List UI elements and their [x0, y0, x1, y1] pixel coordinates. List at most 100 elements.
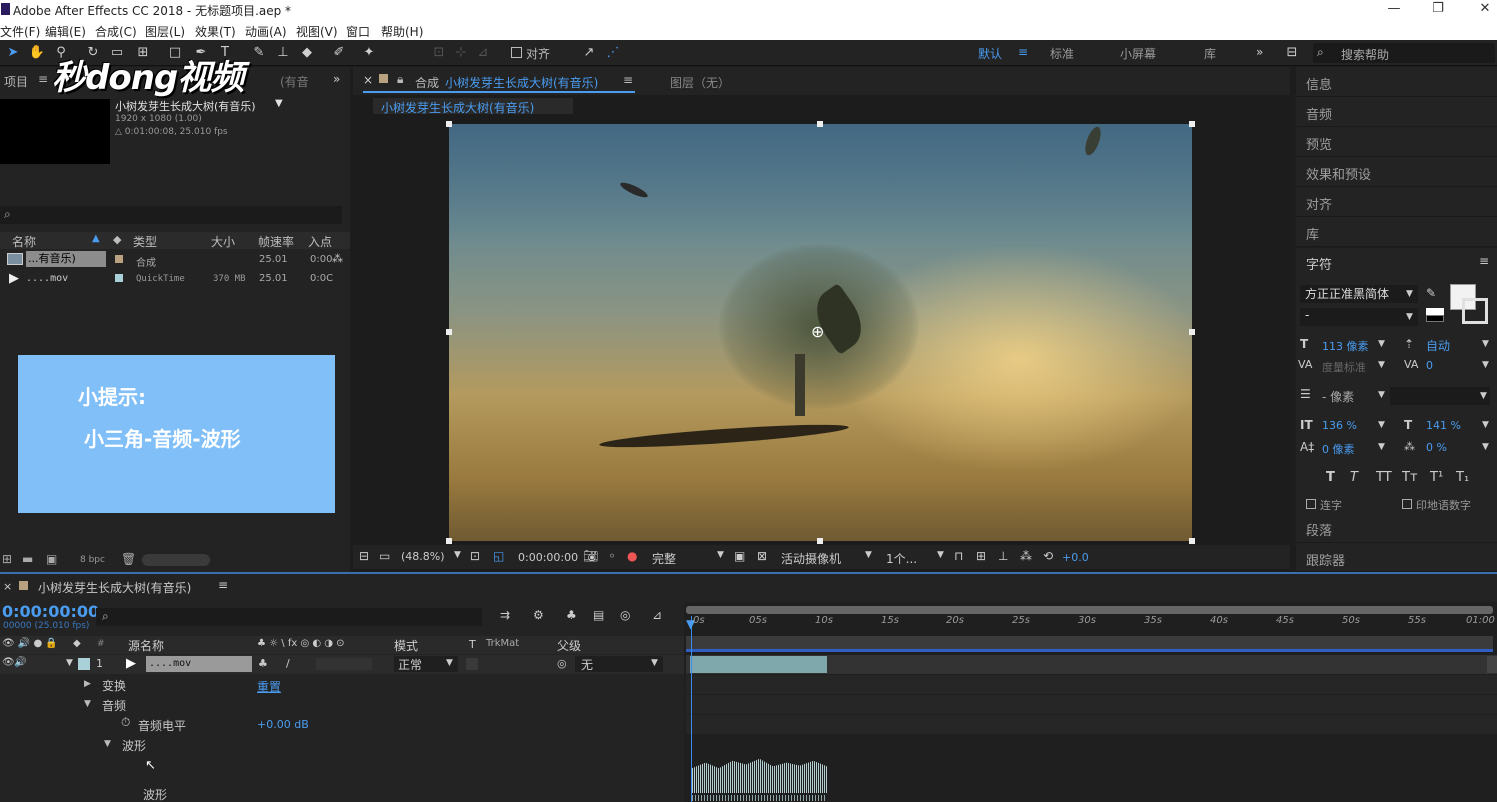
- menu-file[interactable]: 文件(F): [0, 23, 40, 40]
- sort-asc-icon[interactable]: ▲: [92, 233, 100, 244]
- layer-duration-bar[interactable]: [690, 656, 827, 673]
- workspace-standard[interactable]: 标准: [1050, 45, 1074, 62]
- menu-help[interactable]: 帮助(H): [381, 23, 423, 40]
- ligatures-checkbox[interactable]: [1306, 499, 1316, 509]
- character-menu-icon[interactable]: ≡: [1479, 254, 1489, 268]
- vertical-scale-arrow-icon[interactable]: ▼: [1378, 420, 1385, 430]
- close-timeline-icon[interactable]: ×: [3, 580, 12, 593]
- panel-overflow-icon[interactable]: »: [333, 72, 340, 86]
- table-row[interactable]: ▶ ....mov QuickTime 370 MB 25.01 0:0C: [0, 270, 350, 288]
- font-size-value[interactable]: 113 像素: [1322, 338, 1369, 354]
- transform-handle[interactable]: [1189, 538, 1195, 544]
- col-name[interactable]: 名称: [12, 233, 36, 250]
- comp-name-dropdown-icon[interactable]: ▼: [275, 98, 283, 109]
- flowchart-icon[interactable]: ⁂: [332, 252, 343, 265]
- menu-window[interactable]: 窗口: [346, 23, 370, 40]
- layer-label-swatch[interactable]: [78, 658, 90, 670]
- label-color-swatch[interactable]: [115, 274, 123, 282]
- workspace-small-screen[interactable]: 小屏幕: [1120, 45, 1156, 62]
- superscript-button[interactable]: T¹: [1430, 470, 1443, 485]
- tracking-value[interactable]: 0: [1426, 359, 1433, 372]
- draft-3d-icon[interactable]: ⚙: [533, 608, 544, 622]
- monitor-icon[interactable]: ▭: [379, 549, 390, 563]
- workspace-menu-icon[interactable]: ≡: [1018, 45, 1028, 59]
- font-style-select[interactable]: -: [1300, 308, 1418, 326]
- horizontal-scale-value[interactable]: 141 %: [1426, 419, 1461, 432]
- mask-visibility-icon[interactable]: ◱: [493, 549, 504, 563]
- preview-panel-header[interactable]: 预览: [1296, 127, 1497, 157]
- flowchart-view-icon[interactable]: ⁂: [1020, 549, 1032, 563]
- tracking-arrow-icon[interactable]: ▼: [1482, 360, 1489, 370]
- expand-waveform-icon[interactable]: ▼: [104, 739, 111, 749]
- brush-tool-icon[interactable]: ✎: [250, 44, 268, 62]
- kerning-value[interactable]: 度量标准: [1322, 359, 1366, 375]
- always-preview-icon[interactable]: ⊟: [359, 549, 369, 563]
- eraser-tool-icon[interactable]: ◆: [298, 44, 316, 62]
- expand-audio-icon[interactable]: ▼: [84, 699, 91, 709]
- toggle-pixel-aspect-icon[interactable]: ⊓: [954, 549, 963, 563]
- horizontal-scale-arrow-icon[interactable]: ▼: [1482, 420, 1489, 430]
- col-fps[interactable]: 帧速率: [258, 233, 294, 250]
- timeline-menu-icon[interactable]: ≡: [218, 578, 228, 592]
- work-area-navigator[interactable]: [686, 606, 1493, 614]
- col-in[interactable]: 入点: [308, 233, 332, 250]
- font-style-dropdown-arrow-icon[interactable]: ▼: [1406, 312, 1413, 322]
- project-tab-trailing[interactable]: (有音: [280, 73, 309, 90]
- clone-stamp-tool-icon[interactable]: ⊥: [274, 44, 292, 62]
- anchor-point-icon[interactable]: ⊕: [811, 322, 824, 341]
- shy-layers-icon[interactable]: ♣: [566, 608, 577, 622]
- motion-blur-icon[interactable]: ◎: [620, 608, 630, 622]
- views-dropdown-arrow-icon[interactable]: ▼: [937, 550, 944, 560]
- hindi-digits-checkbox[interactable]: [1402, 499, 1412, 509]
- project-search-input[interactable]: ⌕: [0, 206, 342, 224]
- parent-arrow-icon[interactable]: ▼: [651, 658, 658, 668]
- transform-handle[interactable]: [446, 329, 452, 335]
- layer-row[interactable]: 👁 🔊 ▼ 1 ▶ ....mov ♣ / 正常 ▼ ◎ 无 ▼: [0, 655, 684, 674]
- new-comp-icon[interactable]: ▣: [46, 552, 57, 566]
- transform-handle[interactable]: [1189, 121, 1195, 127]
- align-checkbox[interactable]: [511, 47, 522, 58]
- quality-switch-icon[interactable]: /: [286, 657, 290, 670]
- workspace-library[interactable]: 库: [1204, 45, 1216, 62]
- maximize-button[interactable]: ❐: [1418, 0, 1458, 20]
- transform-handle[interactable]: [446, 121, 452, 127]
- waveform-group-property[interactable]: 波形: [122, 737, 146, 754]
- exposure-value[interactable]: +0.0: [1062, 551, 1089, 564]
- roto-brush-tool-icon[interactable]: ✐: [330, 44, 348, 62]
- font-family-select[interactable]: 方正正准黑简体: [1300, 285, 1418, 303]
- timeline-scrollbar[interactable]: [1487, 656, 1497, 673]
- project-tab[interactable]: 项目: [4, 73, 28, 90]
- transform-reset-link[interactable]: 重置: [257, 678, 281, 695]
- expand-layer-icon[interactable]: ▼: [66, 658, 73, 668]
- comp-viewer-frame[interactable]: ⊕: [449, 124, 1192, 541]
- paragraph-panel-header[interactable]: 段落: [1296, 513, 1497, 543]
- label-tag-icon[interactable]: ◆: [113, 233, 121, 246]
- comp-tab-name[interactable]: 小树发芽生长成大树(有音乐): [445, 74, 598, 91]
- eyedropper-icon[interactable]: ✎: [1426, 286, 1436, 300]
- kerning-arrow-icon[interactable]: ▼: [1378, 360, 1385, 370]
- preserve-transparency-checkbox[interactable]: [466, 658, 478, 670]
- menu-effect[interactable]: 效果(T): [195, 23, 236, 40]
- world-axis-icon[interactable]: ⊹: [452, 44, 470, 62]
- tracker-panel-header[interactable]: 跟踪器: [1296, 543, 1497, 572]
- sync-settings-icon[interactable]: ⊟: [1283, 44, 1301, 62]
- effects-presets-panel-header[interactable]: 效果和预设: [1296, 157, 1497, 187]
- libraries-panel-header[interactable]: 库: [1296, 217, 1497, 247]
- frame-blending-icon[interactable]: ▤: [593, 608, 604, 622]
- small-caps-button[interactable]: Tт: [1402, 470, 1418, 485]
- leading-arrow-icon[interactable]: ▼: [1482, 339, 1489, 349]
- font-dropdown-arrow-icon[interactable]: ▼: [1406, 289, 1413, 299]
- transform-property[interactable]: 变换: [102, 677, 126, 694]
- all-caps-button[interactable]: TT: [1376, 470, 1392, 485]
- menu-animation[interactable]: 动画(A): [245, 23, 287, 40]
- col-size[interactable]: 大小: [211, 233, 235, 250]
- leading-value[interactable]: 自动: [1426, 337, 1450, 354]
- col-t[interactable]: T: [469, 638, 476, 651]
- comp-mini-flowchart-icon[interactable]: ⇉: [500, 608, 510, 622]
- white-swatch[interactable]: [1426, 308, 1444, 315]
- col-mode[interactable]: 模式: [394, 637, 418, 654]
- tsume-arrow-icon[interactable]: ▼: [1482, 442, 1489, 452]
- stopwatch-icon[interactable]: ⏱︎: [121, 715, 130, 730]
- transform-handle[interactable]: [817, 538, 823, 544]
- region-of-interest-icon[interactable]: ▣: [734, 549, 745, 563]
